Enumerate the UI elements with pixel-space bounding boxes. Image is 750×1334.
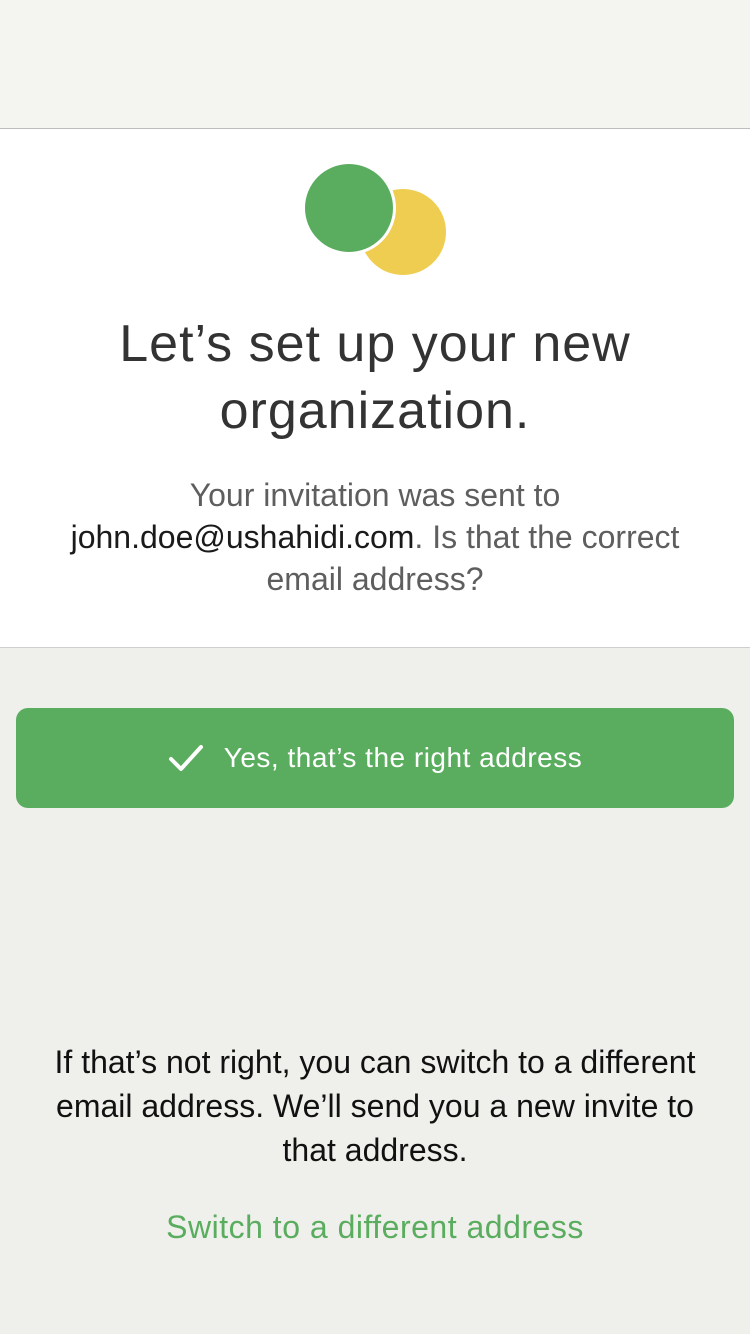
switch-address-note: If that’s not right, you can switch to a… [54,1044,696,1168]
confirm-address-label: Yes, that’s the right address [223,742,583,773]
top-bar [0,0,750,129]
logo-green-circle [305,164,393,252]
screen: Let’s set up your new organization. Your… [0,0,750,1334]
setup-card: Let’s set up your new organization. Your… [0,129,750,648]
ushahidi-logo [305,164,447,279]
switch-address-link[interactable]: Switch to a different address [40,1207,710,1247]
invitation-email: john.doe@ushahidi.com [70,519,415,555]
invitation-text: Your invitation was sent to john.doe@ush… [60,474,690,600]
invitation-prefix: Your invitation was sent to [189,477,561,513]
check-icon [168,745,203,771]
confirm-address-button[interactable]: Yes, that’s the right address [16,708,734,808]
page-title: Let’s set up your new organization. [119,315,631,440]
